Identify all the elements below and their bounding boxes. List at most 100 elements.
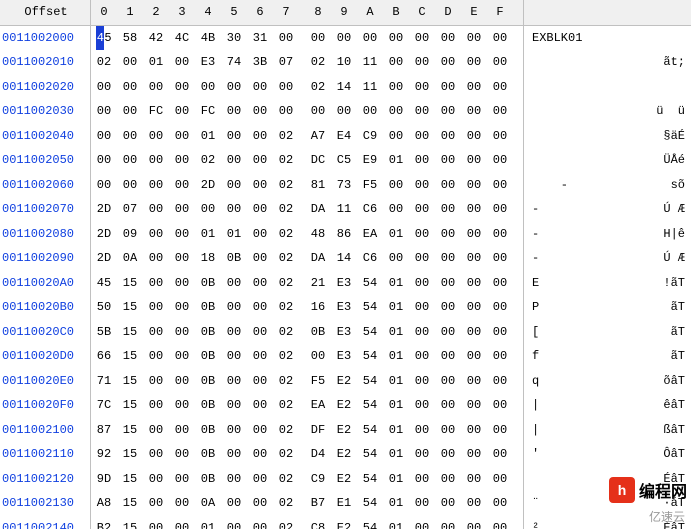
hex-cell[interactable]: 74	[221, 50, 247, 75]
hex-cell[interactable]: 00	[383, 99, 409, 124]
hex-cell[interactable]: FC	[195, 99, 221, 124]
ascii-right[interactable]: ãt;	[629, 50, 691, 75]
hex-cell[interactable]: 00	[435, 320, 461, 345]
hex-cell[interactable]: E3	[331, 295, 357, 320]
hex-cell[interactable]: 00	[247, 393, 273, 418]
hex-cell[interactable]: 00	[487, 75, 513, 100]
hex-cell[interactable]: 00	[383, 173, 409, 198]
hex-cell[interactable]: 02	[273, 393, 299, 418]
hex-cell[interactable]: 00	[461, 222, 487, 247]
ascii-right[interactable]: õâT	[629, 369, 691, 394]
hex-cell[interactable]: 0B	[195, 295, 221, 320]
hex-cell[interactable]: 00	[331, 25, 357, 50]
hex-cell[interactable]: 15	[117, 393, 143, 418]
ascii-right[interactable]: Ú Æ	[629, 246, 691, 271]
ascii-left[interactable]: -	[524, 173, 629, 198]
hex-cell[interactable]: 00	[435, 75, 461, 100]
table-row[interactable]: 00110020300000FC00FC00000000000000000000…	[0, 99, 691, 124]
hex-cell[interactable]: 00	[461, 197, 487, 222]
hex-cell[interactable]: 0A	[117, 246, 143, 271]
hex-cell[interactable]: DC	[305, 148, 331, 173]
hex-cell[interactable]: 21	[305, 271, 331, 296]
hex-cell[interactable]: 00	[273, 75, 299, 100]
hex-cell[interactable]: 00	[435, 271, 461, 296]
hex-cell[interactable]: 00	[305, 25, 331, 50]
hex-cell[interactable]: 00	[331, 99, 357, 124]
ascii-right[interactable]: ãT	[629, 320, 691, 345]
hex-cell[interactable]: D4	[305, 442, 331, 467]
hex-cell[interactable]: 00	[247, 344, 273, 369]
ascii-right[interactable]: ãT	[629, 295, 691, 320]
hex-cell[interactable]: 01	[383, 516, 409, 529]
hex-cell[interactable]: 15	[117, 320, 143, 345]
hex-cell[interactable]: 00	[169, 246, 195, 271]
hex-cell[interactable]: 00	[221, 369, 247, 394]
hex-cell[interactable]: 00	[435, 369, 461, 394]
table-row[interactable]: 0011002100871500000B000002DFE25401000000…	[0, 418, 691, 443]
hex-cell[interactable]: 0B	[195, 442, 221, 467]
hex-cell[interactable]: 00	[487, 99, 513, 124]
hex-cell[interactable]: 00	[487, 124, 513, 149]
hex-cell[interactable]: 11	[357, 75, 383, 100]
hex-cell[interactable]: 00	[435, 25, 461, 50]
hex-cell[interactable]: 00	[461, 393, 487, 418]
hex-cell[interactable]: 02	[273, 442, 299, 467]
hex-cell[interactable]: 00	[221, 148, 247, 173]
hex-cell[interactable]: 3B	[247, 50, 273, 75]
hex-cell[interactable]: 00	[435, 467, 461, 492]
ascii-left[interactable]	[524, 75, 629, 100]
ascii-left[interactable]: P	[524, 295, 629, 320]
ascii-left[interactable]	[524, 148, 629, 173]
hex-cell[interactable]: 00	[247, 99, 273, 124]
hex-cell[interactable]: 00	[487, 369, 513, 394]
hex-cell[interactable]: 00	[169, 99, 195, 124]
hex-cell[interactable]: 00	[357, 25, 383, 50]
hex-cell[interactable]: 00	[409, 124, 435, 149]
hex-cell[interactable]: 01	[383, 442, 409, 467]
hex-cell[interactable]: 00	[435, 295, 461, 320]
hex-cell[interactable]: 00	[435, 442, 461, 467]
hex-cell[interactable]: 00	[435, 344, 461, 369]
ascii-left[interactable]: f	[524, 344, 629, 369]
hex-cell[interactable]: 15	[117, 516, 143, 529]
ascii-left[interactable]: q	[524, 369, 629, 394]
hex-cell[interactable]: 00	[461, 295, 487, 320]
hex-cell[interactable]: 00	[273, 99, 299, 124]
hex-cell[interactable]: 00	[221, 491, 247, 516]
hex-cell[interactable]: A7	[305, 124, 331, 149]
hex-cell[interactable]: C9	[357, 124, 383, 149]
hex-cell[interactable]: 00	[461, 99, 487, 124]
table-row[interactable]: 001100201002000100E3743B0702101100000000…	[0, 50, 691, 75]
hex-cell[interactable]: 01	[195, 222, 221, 247]
hex-cell[interactable]: 02	[273, 246, 299, 271]
hex-cell[interactable]: 00	[435, 99, 461, 124]
hex-cell[interactable]: 00	[435, 148, 461, 173]
hex-cell[interactable]: 00	[143, 467, 169, 492]
hex-cell[interactable]: 00	[487, 25, 513, 50]
hex-cell[interactable]: 00	[247, 442, 273, 467]
table-row[interactable]: 00110020E0711500000B000002F5E25401000000…	[0, 369, 691, 394]
hex-cell[interactable]: 01	[383, 369, 409, 394]
ascii-right[interactable]: ü ü	[629, 99, 691, 124]
hex-cell[interactable]: 00	[143, 124, 169, 149]
hex-cell[interactable]: 00	[409, 25, 435, 50]
table-row[interactable]: 0011002140B215000001000002C8E25401000000…	[0, 516, 691, 529]
ascii-right[interactable]: ßâT	[629, 418, 691, 443]
hex-cell[interactable]: 00	[143, 173, 169, 198]
hex-cell[interactable]: B2	[91, 516, 118, 529]
hex-cell[interactable]: E9	[357, 148, 383, 173]
hex-cell[interactable]: 00	[487, 491, 513, 516]
hex-cell[interactable]: 00	[383, 50, 409, 75]
ascii-left[interactable]: [	[524, 320, 629, 345]
hex-cell[interactable]: 00	[435, 50, 461, 75]
hex-cell[interactable]: 00	[487, 222, 513, 247]
hex-cell[interactable]: C5	[331, 148, 357, 173]
hex-cell[interactable]: 00	[461, 124, 487, 149]
hex-cell[interactable]: 00	[487, 295, 513, 320]
hex-cell[interactable]: 00	[461, 491, 487, 516]
hex-cell[interactable]: 00	[487, 271, 513, 296]
hex-cell[interactable]: 00	[487, 467, 513, 492]
hex-cell[interactable]: F5	[357, 173, 383, 198]
hex-cell[interactable]: 00	[409, 320, 435, 345]
table-row[interactable]: 00110020D0661500000B00000200E35401000000…	[0, 344, 691, 369]
